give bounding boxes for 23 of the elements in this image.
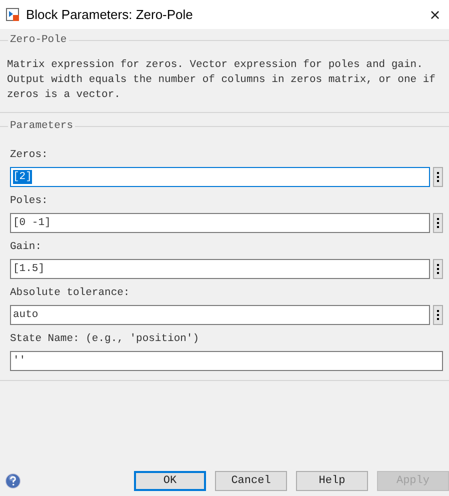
dialog-button[interactable]: Help	[296, 471, 368, 491]
more-options-button[interactable]	[433, 212, 443, 232]
block-icon	[6, 8, 20, 22]
input-field[interactable]: ''	[10, 350, 443, 370]
dialog-button[interactable]: OK	[134, 471, 206, 491]
more-options-button[interactable]	[433, 166, 443, 186]
block-description: Matrix expression for zeros. Vector expression for poles and gain. Output width equals the number of columns in zeros matrix, or one if zeros is a vector.	[6, 58, 436, 103]
field-label: Poles:	[10, 194, 49, 208]
input-field[interactable]: [1.5]	[10, 258, 430, 278]
input-field[interactable]: auto	[10, 304, 430, 324]
input-field[interactable]: [0 -1]	[10, 212, 430, 232]
field-label: State Name: (e.g., 'position')	[10, 332, 200, 346]
group-title: Zero-Pole	[9, 33, 68, 48]
more-options-button[interactable]	[433, 304, 443, 324]
field-label: Gain:	[10, 240, 43, 254]
input-field[interactable]: [2]	[10, 166, 430, 186]
field-label: Absolute tolerance:	[10, 286, 131, 300]
dialog-button[interactable]: Cancel	[215, 471, 287, 491]
group-title: Parameters	[9, 118, 74, 134]
more-options-button[interactable]	[433, 258, 443, 278]
close-button[interactable]: ×	[427, 6, 443, 24]
window-title: Block Parameters: Zero-Pole	[26, 6, 194, 24]
field-label: Zeros:	[10, 148, 49, 162]
